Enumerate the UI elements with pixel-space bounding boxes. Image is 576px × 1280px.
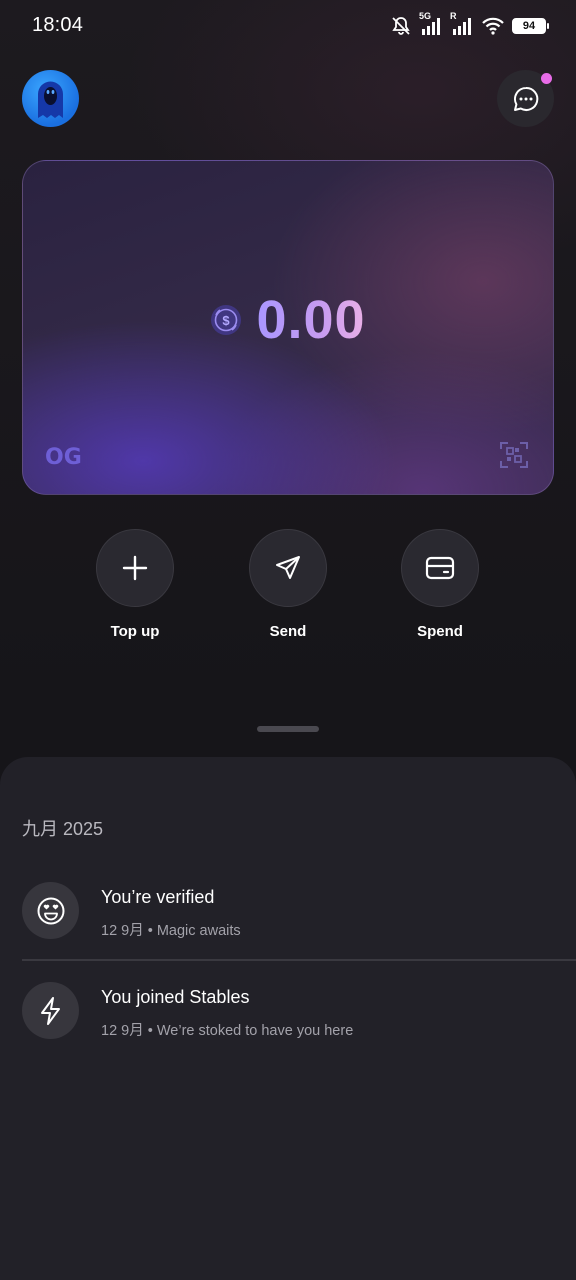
svg-text:$: $ [223,313,231,328]
activity-title: You joined Stables [101,987,250,1007]
status-icons: 5G R 94 [390,11,549,37]
activity-icon-container [22,882,79,939]
wallet-icon [425,556,455,580]
spend-button[interactable] [401,529,479,607]
network-5g-label: 5G [419,11,432,21]
wifi-icon [482,17,504,35]
activity-subtitle: 12 9月 • Magic awaits [101,923,241,939]
signal-r-icon: R [450,11,474,36]
sheet-drag-handle[interactable] [257,726,319,732]
battery-icon: 94 [512,18,549,34]
activity-sheet: 九月 2025 You’re verified 12 9月 • Magic aw… [0,757,576,1280]
activity-item-verified[interactable]: You’re verified 12 9月 • Magic awaits [22,882,576,962]
top-up-button[interactable] [96,529,174,607]
card-logo: OG [45,445,82,470]
activity-item-joined[interactable]: You joined Stables 12 9月 • We’re stoked … [22,982,576,1062]
status-time: 18:04 [32,14,84,36]
send-button[interactable] [249,529,327,607]
avatar[interactable] [22,70,79,127]
activity-divider [22,959,576,961]
smiley-heart-eyes-icon [37,897,64,924]
usd-coin-icon: $ [211,305,242,335]
month-header: 九月 2025 [22,819,104,839]
activity-icon-container [22,982,79,1039]
activity-title: You’re verified [101,887,215,907]
top-up-action[interactable]: Top up [85,529,185,640]
action-buttons: Top up Send Spend [0,529,576,649]
status-bar: 18:04 5G R 94 [0,0,576,52]
balance-amount: 0.00 [256,290,366,350]
chat-bubble-icon [513,86,538,111]
battery-level: 94 [522,20,536,32]
send-action[interactable]: Send [238,529,338,640]
activity-subtitle: 12 9月 • We’re stoked to have you here [101,1023,354,1039]
signal-5g-icon: 5G [419,11,443,36]
chat-button[interactable] [497,70,554,127]
spend-action[interactable]: Spend [390,529,490,640]
send-label: Send [269,623,307,640]
balance-card[interactable]: $ 0.00 OG [22,160,554,495]
top-up-label: Top up [110,623,160,640]
plus-icon [122,555,148,581]
balance-row: $ 0.00 [23,289,553,351]
ghost-avatar-icon [38,81,63,118]
qr-scan-icon[interactable] [499,440,529,470]
lightning-icon [40,996,60,1025]
roaming-label: R [450,11,457,21]
spend-label: Spend [417,623,463,640]
paper-plane-icon [276,556,300,579]
notification-dot [541,73,552,84]
mute-icon [392,17,410,35]
